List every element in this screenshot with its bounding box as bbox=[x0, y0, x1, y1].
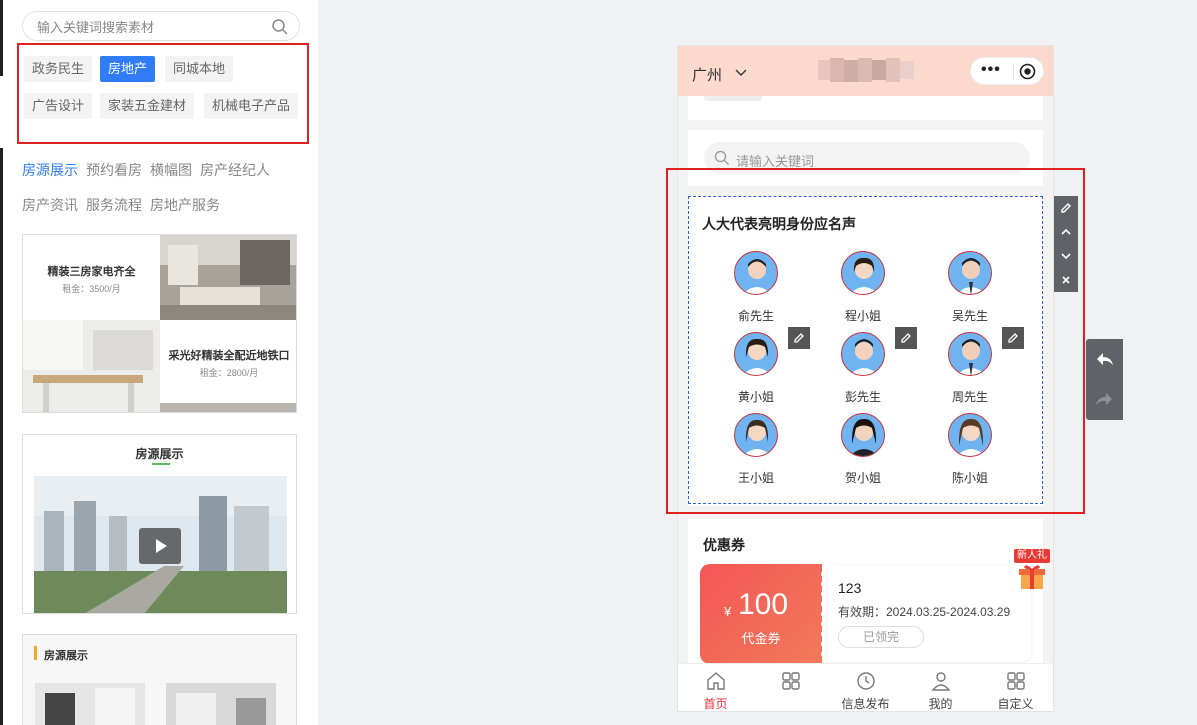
subtab-banner[interactable]: 横幅图 bbox=[150, 160, 192, 180]
listing2-title: 采光好精装全配近地铁口 bbox=[168, 350, 290, 362]
listing1-rent: 租金：3500/月 bbox=[62, 284, 121, 294]
video-play-button[interactable] bbox=[139, 528, 181, 564]
coupon-type-label: 代金券 bbox=[741, 631, 781, 646]
coupon-section-title: 优惠券 bbox=[703, 537, 745, 553]
new-user-gift-label: 新人礼 bbox=[1014, 549, 1050, 563]
tab-home-label: 首页 bbox=[703, 697, 728, 711]
subtab-agent[interactable]: 房产经纪人 bbox=[200, 160, 270, 180]
gallery-photo-1 bbox=[35, 683, 145, 725]
component-highlight-box bbox=[666, 168, 1085, 514]
redo-button[interactable] bbox=[1086, 379, 1123, 419]
subtab-listings[interactable]: 房源展示 bbox=[22, 160, 78, 180]
template-listing-grid[interactable]: 精装三房家电齐全 租金：3500/月 采光好精装全配近地铁口 租金：2800/月 bbox=[22, 234, 297, 413]
top-content-strip bbox=[688, 96, 1043, 120]
redo-icon bbox=[1096, 393, 1112, 405]
tab-custom[interactable]: 自定义 bbox=[978, 664, 1053, 711]
coupon-validity: 有效期：2024.03.25-2024.03.29 bbox=[838, 605, 1011, 619]
living-room-photo bbox=[160, 235, 296, 320]
room-photo-strip bbox=[160, 403, 296, 412]
more-dots-icon[interactable]: ••• bbox=[981, 61, 1001, 79]
subtab-process[interactable]: 服务流程 bbox=[86, 195, 142, 215]
coupon-name: 123 bbox=[838, 580, 862, 596]
listing1-title: 精装三房家电齐全 bbox=[47, 266, 136, 278]
history-panel bbox=[1086, 339, 1123, 420]
home-icon bbox=[707, 672, 725, 690]
panel-edge bbox=[0, 0, 4, 725]
tab-home[interactable]: 首页 bbox=[678, 664, 753, 711]
tab-custom-label: 自定义 bbox=[997, 697, 1034, 711]
dining-room-photo bbox=[23, 320, 160, 412]
grid-icon bbox=[1007, 672, 1025, 690]
coupon-value-panel[interactable]: ¥ 100 代金券 bbox=[700, 564, 826, 664]
material-search-input[interactable] bbox=[37, 18, 267, 36]
category-highlight-box bbox=[17, 43, 309, 144]
grid-icon bbox=[782, 672, 800, 690]
capsule-divider bbox=[1013, 65, 1014, 79]
phone-header: 广州 ••• bbox=[678, 46, 1053, 96]
tab-publish-label: 信息发布 bbox=[841, 697, 890, 711]
tab-mine[interactable]: 我的 bbox=[903, 664, 978, 711]
coupon-amount: 100 bbox=[738, 588, 789, 621]
city-selector[interactable]: 广州 bbox=[692, 64, 722, 85]
undo-button[interactable] bbox=[1086, 339, 1123, 379]
close-miniprogram-icon[interactable] bbox=[1019, 63, 1036, 80]
heading-accent-bar bbox=[34, 646, 37, 660]
tab-publish[interactable]: 信息发布 bbox=[828, 664, 903, 711]
blurred-app-title bbox=[818, 58, 914, 82]
listing1-text: 精装三房家电齐全 租金：3500/月 bbox=[23, 263, 160, 295]
mini-program-capsule: ••• bbox=[970, 57, 1044, 85]
search-icon[interactable] bbox=[271, 18, 289, 36]
tab-mine-label: 我的 bbox=[928, 697, 953, 711]
coupon-serrated-edge bbox=[821, 571, 826, 657]
coupon-currency: ¥ bbox=[724, 604, 732, 619]
subtab-service[interactable]: 房地产服务 bbox=[150, 195, 220, 215]
video-template-heading: 房源展示 bbox=[135, 447, 184, 461]
listing2-rent: 租金：2800/月 bbox=[199, 368, 259, 378]
template-video-showcase[interactable]: 房源展示 bbox=[22, 434, 297, 614]
bottom-tab-bar: 首页 信息发布 我的 自定义 bbox=[678, 663, 1053, 711]
undo-icon bbox=[1097, 353, 1113, 365]
gift-icon bbox=[1019, 565, 1045, 589]
coupon-claimed-button[interactable]: 已领完 bbox=[838, 626, 924, 648]
gallery-template-heading: 房源展示 bbox=[44, 650, 88, 662]
subtab-viewing[interactable]: 预约看房 bbox=[86, 160, 142, 180]
coupon-details[interactable]: 123 有效期：2024.03.25-2024.03.29 已领完 bbox=[828, 566, 1031, 662]
play-icon bbox=[156, 539, 167, 553]
tab-grid[interactable] bbox=[753, 664, 828, 711]
search-icon bbox=[714, 150, 729, 165]
new-user-gift-badge: 新人礼 bbox=[1014, 549, 1050, 593]
heading-underline bbox=[152, 463, 170, 465]
listing2-text: 采光好精装全配近地铁口 租金：2800/月 bbox=[160, 347, 296, 379]
user-icon bbox=[931, 672, 951, 691]
gallery-photo-2 bbox=[166, 683, 276, 725]
material-search[interactable] bbox=[22, 11, 300, 41]
subtab-news[interactable]: 房产资讯 bbox=[22, 195, 78, 215]
chevron-down-icon[interactable] bbox=[734, 66, 748, 80]
template-gallery[interactable]: 房源展示 bbox=[22, 634, 297, 725]
clock-icon bbox=[857, 672, 875, 690]
